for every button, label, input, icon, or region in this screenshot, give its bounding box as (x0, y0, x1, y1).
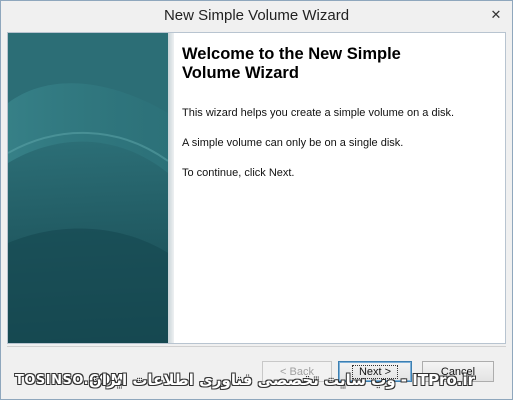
wizard-window: New Simple Volume Wizard ✕ Welcome to th… (0, 0, 513, 400)
cancel-button-label: Cancel (440, 365, 476, 378)
close-icon: ✕ (490, 8, 502, 23)
page-title: Welcome to the New Simple Volume Wizard (182, 45, 492, 83)
page-title-line1: Welcome to the New Simple (182, 45, 401, 63)
title-bar[interactable]: New Simple Volume Wizard ✕ (1, 1, 512, 32)
cancel-button[interactable]: Cancel (422, 361, 494, 382)
button-divider (7, 346, 506, 347)
page-title-line2: Volume Wizard (182, 64, 299, 82)
close-button[interactable]: ✕ (486, 7, 506, 24)
back-button-label: < Back (280, 365, 314, 378)
single-disk-note: A simple volume can only be on a single … (182, 137, 404, 149)
wizard-banner-image (8, 33, 168, 343)
continue-instruction: To continue, click Next. (182, 167, 295, 179)
welcome-panel: Welcome to the New Simple Volume Wizard … (182, 45, 492, 197)
window-title: New Simple Volume Wizard (163, 7, 350, 24)
next-button-label: Next > (351, 364, 399, 379)
wizard-content: Welcome to the New Simple Volume Wizard … (7, 32, 506, 344)
banner-wave-graphic (8, 33, 168, 343)
next-button[interactable]: Next > (338, 361, 412, 382)
back-button[interactable]: < Back (262, 361, 332, 382)
banner-edge (168, 33, 174, 343)
watermark-left: TOSINSO.COM (15, 373, 125, 388)
intro-text: This wizard helps you create a simple vo… (182, 107, 455, 119)
